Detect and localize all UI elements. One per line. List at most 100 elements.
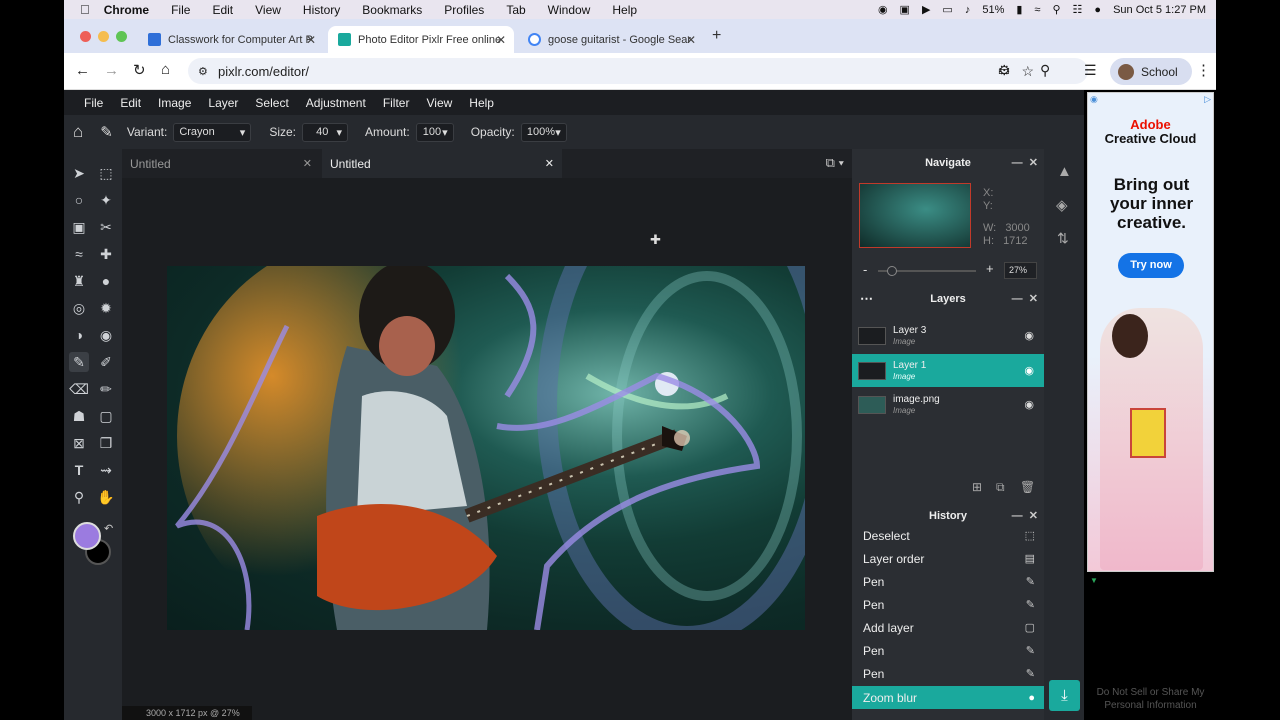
placeholder-tool-icon[interactable]: ⊠ — [69, 433, 89, 453]
ad-privacy-icon[interactable]: ◉ — [1090, 94, 1098, 105]
history-item[interactable]: Layer order ▤ — [852, 547, 1044, 570]
apple-icon[interactable]:  — [80, 2, 90, 17]
search-tab-icon[interactable]: ⚲ — [1040, 62, 1050, 79]
ad-info-icon[interactable]: ▷ — [1204, 94, 1211, 105]
close-icon[interactable]: ✕ — [306, 33, 316, 47]
window-arrange-icon[interactable]: ⧉ ▾ — [826, 155, 844, 171]
text-tool-icon[interactable]: T — [69, 460, 89, 480]
clock[interactable]: Sun Oct 5 1:27 PM — [1113, 4, 1206, 16]
navigate-thumbnail[interactable] — [859, 183, 971, 248]
fill-tool-icon[interactable]: ☗ — [69, 406, 89, 426]
size-input[interactable]: 40 ▾ — [302, 122, 349, 142]
record-icon[interactable]: ◉ — [878, 3, 888, 16]
marquee-tool-icon[interactable]: ⬚ — [96, 163, 116, 183]
layer-item[interactable]: image.png Image ◉ — [852, 388, 1044, 421]
mac-menu-window[interactable]: Window — [548, 3, 591, 17]
clone-stamp-icon[interactable]: ♜ — [69, 271, 89, 291]
pen-tool-icon[interactable]: ✎ — [69, 352, 89, 372]
navigate-panel-icon[interactable]: ▲ — [1057, 163, 1072, 180]
history-item[interactable]: Pen ✎ — [852, 593, 1044, 616]
brush-tool-icon[interactable]: ✐ — [96, 352, 116, 372]
delete-layer-icon[interactable]: 🗑 — [1020, 480, 1035, 494]
spotlight-icon[interactable]: ⚲ — [1052, 3, 1060, 16]
canvas-area[interactable]: ✚ — [122, 178, 852, 720]
bookmark-star-icon[interactable]: ☆ — [1021, 63, 1034, 80]
history-item[interactable]: Pen ✎ — [852, 662, 1044, 685]
menu-kebab-icon[interactable]: ⋮ — [1196, 61, 1211, 79]
heal-tool-icon[interactable]: ✚ — [96, 244, 116, 264]
drawing-icon[interactable]: ◉ — [96, 325, 116, 345]
history-panel-icon[interactable]: ⇅ — [1057, 230, 1069, 247]
doc-tab-1[interactable]: Untitled ✕ — [122, 149, 320, 178]
battery-percent[interactable]: 51% — [982, 4, 1004, 16]
zoom-tool-icon[interactable]: ⚲ — [69, 487, 89, 507]
mac-menu-help[interactable]: Help — [612, 3, 637, 17]
control-center-icon[interactable]: ☷ — [1073, 3, 1083, 16]
crop-tool-icon[interactable]: ▣ — [69, 217, 89, 237]
add-layer-icon[interactable]: ⊞ — [972, 480, 982, 494]
cutout-tool-icon[interactable]: ✂ — [96, 217, 116, 237]
eyedropper-icon[interactable]: ⇝ — [96, 460, 116, 480]
panel-controls[interactable]: — ✕ — [1012, 509, 1038, 522]
arrange-tool-icon[interactable]: ➤ — [69, 163, 89, 183]
siri-icon[interactable]: ● — [1094, 4, 1101, 16]
liquify-tool-icon[interactable]: ≈ — [69, 244, 89, 264]
dodge-tool-icon[interactable]: ✹ — [96, 298, 116, 318]
panel-controls[interactable]: — ✕ — [1012, 292, 1038, 305]
adobe-ad[interactable]: ▷ ◉ Adobe Creative Cloud Bring out your … — [1087, 92, 1214, 585]
mac-menu-view[interactable]: View — [255, 3, 281, 17]
wifi-icon[interactable]: ≈ — [1034, 4, 1040, 16]
history-item[interactable]: Add layer ▢ — [852, 616, 1044, 639]
forward-icon[interactable]: → — [104, 62, 119, 79]
amount-input[interactable]: 100 ▾ — [415, 122, 454, 142]
layer-item-selected[interactable]: Layer 1 Image ◉ — [852, 354, 1044, 387]
home-icon[interactable]: ⌂ — [161, 61, 170, 78]
eraser-tool-icon[interactable]: ⌫ — [69, 379, 89, 399]
zoom-out-button[interactable]: - — [863, 262, 867, 277]
pencil-tool-icon[interactable]: ✏ — [96, 379, 116, 399]
eye-icon[interactable]: ◉ — [1024, 329, 1034, 342]
mac-menu-file[interactable]: File — [171, 3, 190, 17]
wand-tool-icon[interactable]: ✦ — [96, 190, 116, 210]
mac-menu-profiles[interactable]: Profiles — [444, 3, 484, 17]
close-icon[interactable]: ✕ — [545, 157, 554, 170]
ad-footer[interactable]: Do Not Sell or Share My Personal Informa… — [1087, 686, 1214, 712]
new-tab-button[interactable]: + — [712, 27, 721, 45]
ad-cta-button[interactable]: Try now — [1118, 253, 1184, 278]
mac-menu-tab[interactable]: Tab — [506, 3, 525, 17]
swap-colors-icon[interactable]: ↶ — [104, 522, 113, 535]
layers-more-icon[interactable]: ⋯ — [860, 291, 873, 307]
mac-menu-bookmarks[interactable]: Bookmarks — [362, 3, 422, 17]
zoom-slider-handle[interactable] — [887, 266, 897, 276]
menu-help[interactable]: Help — [469, 96, 494, 110]
close-icon[interactable]: ✕ — [496, 33, 506, 47]
hand-tool-icon[interactable]: ✋ — [96, 487, 116, 507]
window-minimize-icon[interactable] — [98, 31, 109, 42]
battery-icon[interactable]: ▮ — [1016, 3, 1022, 16]
mac-menu-history[interactable]: History — [303, 3, 340, 17]
menu-image[interactable]: Image — [158, 96, 191, 110]
opacity-input[interactable]: 100% ▾ — [520, 122, 567, 142]
menu-layer[interactable]: Layer — [208, 96, 238, 110]
back-icon[interactable]: ← — [75, 62, 90, 79]
url-bar[interactable]: ⚙ pixlr.com/editor/ ▭ ☆ — [188, 58, 1088, 84]
zoom-in-button[interactable]: + — [986, 261, 994, 276]
save-download-button[interactable]: ⤓ — [1049, 680, 1080, 711]
menu-edit[interactable]: Edit — [120, 96, 141, 110]
element-tool-icon[interactable]: ❐ — [96, 433, 116, 453]
history-item[interactable]: Pen ✎ — [852, 639, 1044, 662]
tab-classwork[interactable]: Classwork for Computer Art P ✕ — [138, 26, 324, 53]
eye-icon[interactable]: ◉ — [1024, 398, 1034, 411]
mac-menu-edit[interactable]: Edit — [212, 3, 233, 17]
media-icon[interactable]: ☰ — [1084, 62, 1097, 79]
shape-tool-icon[interactable]: ▢ — [96, 406, 116, 426]
variant-dropdown[interactable]: Crayon ▾ — [173, 122, 252, 142]
layer-item[interactable]: Layer 3 Image ◉ — [852, 319, 1044, 352]
tab-pixlr[interactable]: Photo Editor Pixlr Free online ✕ — [328, 26, 514, 53]
primary-color-swatch[interactable] — [73, 522, 101, 550]
s-icon[interactable]: ▣ — [900, 3, 910, 16]
profile-button[interactable]: School — [1110, 58, 1192, 85]
menu-select[interactable]: Select — [255, 96, 288, 110]
menu-adjustment[interactable]: Adjustment — [306, 96, 366, 110]
menu-filter[interactable]: Filter — [383, 96, 410, 110]
